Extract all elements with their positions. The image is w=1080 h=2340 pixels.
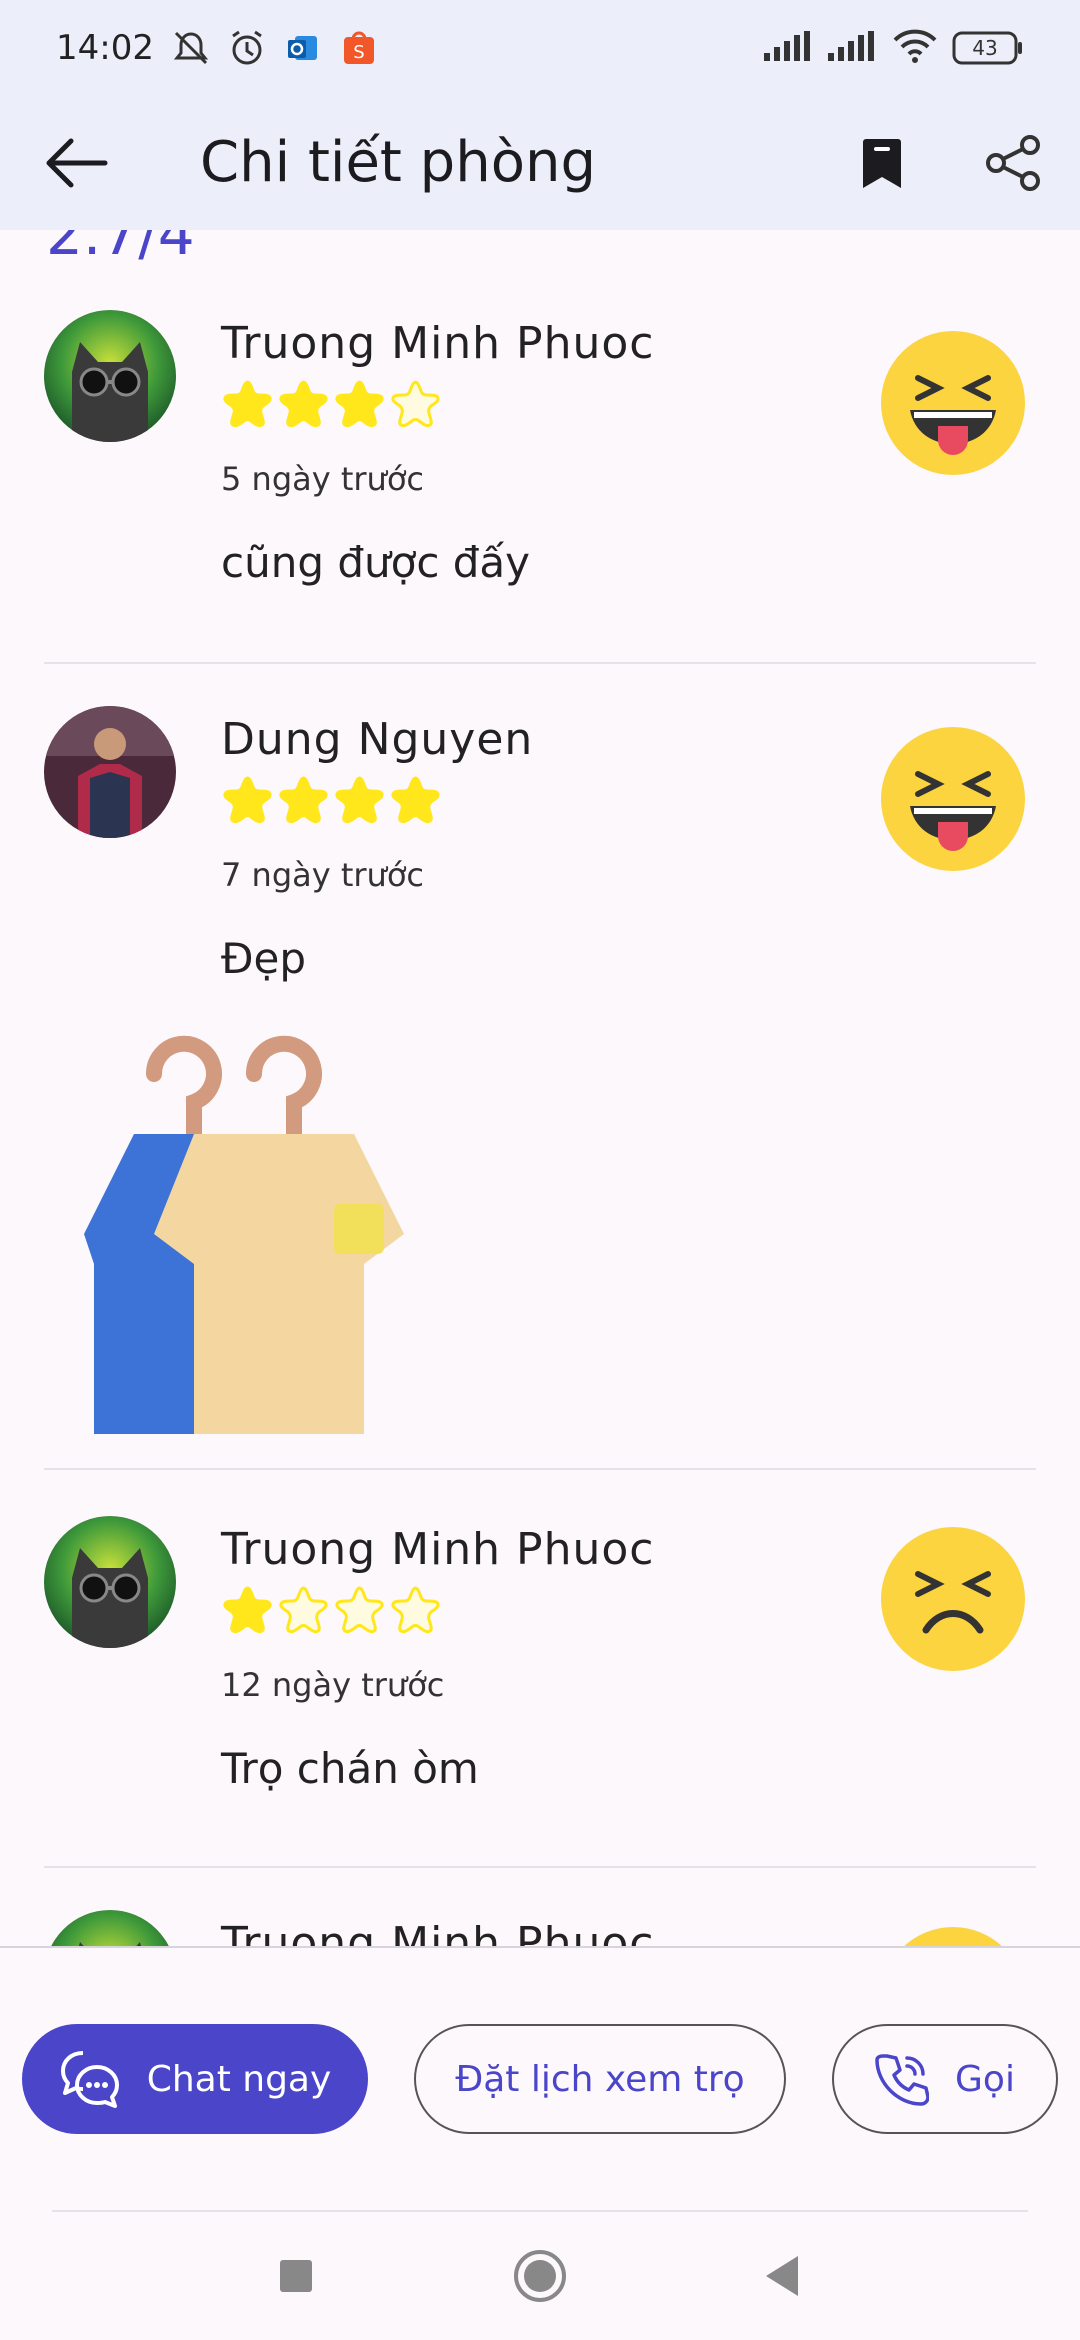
star-empty-icon xyxy=(333,1584,385,1636)
triangle-icon xyxy=(766,2256,798,2296)
tongue-out-emoji-icon xyxy=(880,726,1026,872)
alarm-icon xyxy=(224,25,270,71)
chat-now-label: Chat ngay xyxy=(146,2058,332,2100)
page-title: Chi tiết phòng xyxy=(200,130,597,195)
back-nav-button[interactable] xyxy=(752,2246,812,2306)
star-filled-icon xyxy=(333,378,385,430)
status-right-group: 43 xyxy=(764,28,1024,68)
average-rating: 2.7/4 xyxy=(46,230,195,268)
back-arrow-icon xyxy=(46,138,108,188)
star-empty-icon xyxy=(389,378,441,430)
home-button[interactable] xyxy=(510,2246,570,2306)
signal-icon xyxy=(828,30,878,65)
reviewer-name: Truong Minh Phuoc xyxy=(221,318,655,369)
phone-icon xyxy=(875,2052,930,2106)
recent-apps-button[interactable] xyxy=(266,2246,326,2306)
share-button[interactable] xyxy=(974,123,1054,203)
star-filled-icon xyxy=(333,774,385,826)
review-time: 7 ngày trước xyxy=(221,856,424,894)
signal-icon xyxy=(764,30,814,65)
call-label: Gọi xyxy=(955,2058,1015,2100)
shopee-icon: S xyxy=(336,25,382,71)
emoji-icon xyxy=(880,1926,1026,1946)
review-comment: Trọ chán òm xyxy=(221,1744,479,1793)
back-button[interactable] xyxy=(36,123,116,203)
star-rating xyxy=(221,378,441,430)
star-filled-icon xyxy=(389,774,441,826)
divider xyxy=(44,1468,1036,1470)
schedule-viewing-button[interactable]: Đặt lịch xem trọ xyxy=(414,2024,786,2134)
avatar[interactable] xyxy=(44,1516,176,1648)
divider xyxy=(44,1866,1036,1868)
star-empty-icon xyxy=(277,1584,329,1636)
star-filled-icon xyxy=(221,1584,273,1636)
review-photo[interactable] xyxy=(44,1014,464,1434)
share-icon xyxy=(986,135,1040,191)
bookmark-button[interactable] xyxy=(842,123,922,203)
outlook-icon xyxy=(280,25,326,71)
action-bar: Chat ngay Đặt lịch xem trọ Gọi xyxy=(0,1946,1080,2212)
review-time: 5 ngày trước xyxy=(221,460,424,498)
review-list[interactable]: 2.7/4 Truong Minh Phuoc 5 ngày trước cũn… xyxy=(0,230,1080,1946)
circle-icon xyxy=(514,2250,566,2302)
mute-icon xyxy=(168,25,214,71)
chat-bubbles-icon xyxy=(59,2049,121,2109)
avatar[interactable] xyxy=(44,706,176,838)
system-navigation-bar xyxy=(0,2212,1080,2340)
reviewer-name: Truong Minh Phuoc xyxy=(221,1918,655,1946)
bookmark-icon xyxy=(863,139,901,188)
star-filled-icon xyxy=(221,774,273,826)
star-rating xyxy=(221,774,441,826)
battery-icon: 43 xyxy=(952,31,1024,65)
svg-text:S: S xyxy=(353,42,364,63)
reviewer-name: Dung Nguyen xyxy=(221,714,534,765)
schedule-viewing-label: Đặt lịch xem trọ xyxy=(455,2058,745,2100)
star-filled-icon xyxy=(277,774,329,826)
chat-now-button[interactable]: Chat ngay xyxy=(22,2024,368,2134)
app-bar: Chi tiết phòng xyxy=(0,95,1080,230)
status-bar: 14:02 S 43 xyxy=(0,0,1080,95)
star-rating xyxy=(221,1584,441,1636)
avatar[interactable] xyxy=(44,310,176,442)
tongue-out-emoji-icon xyxy=(880,330,1026,476)
review-comment: Đẹp xyxy=(221,934,307,983)
star-filled-icon xyxy=(277,378,329,430)
review-time: 12 ngày trước xyxy=(221,1666,445,1704)
star-filled-icon xyxy=(221,378,273,430)
review-comment: cũng được đấy xyxy=(221,538,531,587)
battery-level: 43 xyxy=(972,35,998,60)
call-button[interactable]: Gọi xyxy=(832,2024,1058,2134)
star-empty-icon xyxy=(389,1584,441,1636)
avatar[interactable] xyxy=(44,1910,176,1946)
wifi-icon xyxy=(892,28,938,68)
divider xyxy=(44,662,1036,664)
square-icon xyxy=(280,2260,312,2292)
reviewer-name: Truong Minh Phuoc xyxy=(221,1524,655,1575)
frustrated-emoji-icon xyxy=(880,1526,1026,1672)
status-time: 14:02 xyxy=(56,27,154,68)
